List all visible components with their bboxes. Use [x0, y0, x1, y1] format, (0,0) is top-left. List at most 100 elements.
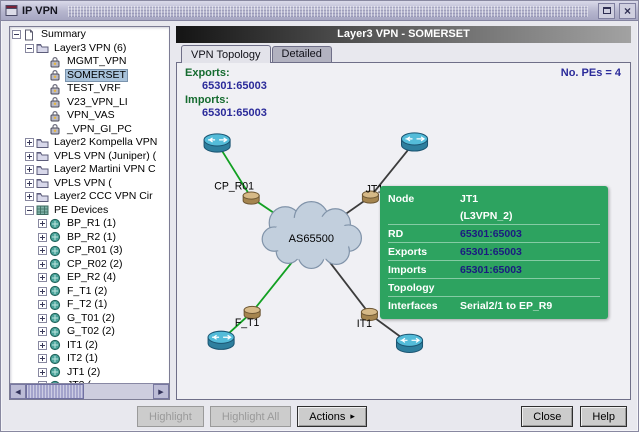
tree-item[interactable]: PE Devices [10, 204, 169, 218]
tree-item[interactable]: G_T01 (2) [10, 312, 169, 326]
tree-item[interactable]: _VPN_GI_PC [10, 123, 169, 137]
tree-expand-icon[interactable] [38, 327, 47, 336]
tree-item[interactable]: CP_R01 (3) [10, 244, 169, 258]
tree-item[interactable]: F_T1 (2) [10, 285, 169, 299]
tree-item[interactable]: IT2 (1) [10, 352, 169, 366]
tree-expand-icon[interactable] [38, 287, 47, 296]
tree-collapse-icon[interactable] [25, 44, 34, 53]
tree-item-label[interactable]: V23_VPN_LI [65, 96, 130, 109]
tree-expand-icon[interactable] [38, 368, 47, 377]
tree-collapse-icon[interactable] [25, 206, 34, 215]
tree-expand-icon[interactable] [38, 314, 47, 323]
tree-expand-icon[interactable] [38, 354, 47, 363]
tree-expand-icon[interactable] [38, 246, 47, 255]
actions-button[interactable]: Actions ▸ [297, 406, 367, 427]
tree-item[interactable]: EP_R2 (4) [10, 271, 169, 285]
tree-item-label[interactable]: MGMT_VPN [65, 55, 129, 68]
tree-item[interactable]: MGMT_VPN [10, 55, 169, 69]
pe-device-icon [49, 339, 62, 351]
scrollbar-track[interactable] [26, 384, 153, 399]
tree-item[interactable]: Layer2 CCC VPN Cir [10, 190, 169, 204]
tree-item[interactable]: Layer2 Kompella VPN [10, 136, 169, 150]
tree-item[interactable]: SOMERSET [10, 69, 169, 83]
tree-item-label[interactable]: IT1 (2) [65, 339, 100, 352]
tree-item[interactable]: F_T2 (1) [10, 298, 169, 312]
tree-expand-icon[interactable] [25, 192, 34, 201]
folder-icon [36, 137, 49, 149]
tree-item[interactable]: TEST_VRF [10, 82, 169, 96]
tree-item[interactable]: Summary [10, 28, 169, 42]
route-targets-block: Exports: 65301:65003 Imports: 65301:6500… [185, 67, 267, 121]
tree-item-label[interactable]: G_T01 (2) [65, 312, 117, 325]
tree-expand-icon[interactable] [25, 138, 34, 147]
tree-item-label[interactable]: TEST_VRF [65, 82, 123, 95]
tree-item[interactable]: BP_R1 (1) [10, 217, 169, 231]
tree-collapse-icon[interactable] [12, 30, 21, 39]
highlight-button[interactable]: Highlight [137, 406, 204, 427]
tree-item[interactable]: V23_VPN_LI [10, 96, 169, 110]
tree-item[interactable]: Layer2 Martini VPN C [10, 163, 169, 177]
tree-item-label[interactable]: _VPN_GI_PC [65, 123, 134, 136]
pe-router-icon[interactable] [208, 331, 234, 349]
help-button[interactable]: Help [580, 406, 627, 427]
highlight-all-button[interactable]: Highlight All [210, 406, 291, 427]
tree-expand-icon[interactable] [25, 179, 34, 188]
tree-expand-icon[interactable] [38, 273, 47, 282]
tree-expand-icon[interactable] [38, 260, 47, 269]
tree-item-label[interactable]: F_T1 (2) [65, 285, 109, 298]
tree-expand-icon[interactable] [38, 341, 47, 350]
ce-router-label: IT1 [357, 318, 372, 330]
scrollbar-thumb[interactable] [26, 384, 84, 399]
tree-item[interactable]: JT1 (2) [10, 366, 169, 380]
tree-item-label[interactable]: VPLS VPN ( [52, 177, 114, 190]
tree-item[interactable]: Layer3 VPN (6) [10, 42, 169, 56]
close-button[interactable]: Close [521, 406, 573, 427]
tooltip-row-label: Interfaces [388, 300, 460, 312]
tree-item[interactable]: VPLS VPN ( [10, 177, 169, 191]
tree-item-label[interactable]: Layer3 VPN (6) [52, 42, 128, 55]
tree-item[interactable]: BP_R2 (1) [10, 231, 169, 245]
tab-detailed[interactable]: Detailed [272, 46, 332, 62]
tree-item[interactable]: VPN_VAS [10, 109, 169, 123]
tree-item-label[interactable]: JT1 (2) [65, 366, 102, 379]
tree-item[interactable]: VPLS VPN (Juniper) ( [10, 150, 169, 164]
tree-item[interactable]: CP_R02 (2) [10, 258, 169, 272]
tree-item-label[interactable]: VPLS VPN (Juniper) ( [52, 150, 158, 163]
maximize-icon [603, 7, 611, 14]
tree-item-label[interactable]: Layer2 CCC VPN Cir [52, 190, 155, 203]
tree-item-label[interactable]: Summary [39, 28, 88, 41]
tree-item-label[interactable]: BP_R2 (1) [65, 231, 118, 244]
tree-item-label[interactable]: Layer2 Martini VPN C [52, 163, 158, 176]
ce-router-icon[interactable] [243, 192, 259, 204]
maximize-button[interactable] [598, 3, 615, 19]
tree-expand-icon[interactable] [38, 233, 47, 242]
as-cloud[interactable]: AS65500 [262, 202, 361, 269]
tab-vpn-topology[interactable]: VPN Topology [181, 45, 271, 63]
tree-item-label[interactable]: G_T02 (2) [65, 325, 117, 338]
tree-item-label[interactable]: Layer2 Kompella VPN [52, 136, 159, 149]
tree-item-label[interactable]: VPN_VAS [65, 109, 117, 122]
tree-item-label[interactable]: IT2 (1) [65, 352, 100, 365]
tree-item[interactable]: IT1 (2) [10, 339, 169, 353]
tree-item-label[interactable]: PE Devices [52, 204, 110, 217]
tree-item-label[interactable]: SOMERSET [65, 69, 128, 82]
tree-item-label[interactable]: CP_R02 (2) [65, 258, 124, 271]
tree-expand-icon[interactable] [25, 152, 34, 161]
pe-router-icon[interactable] [396, 334, 422, 352]
tree-item-label[interactable]: EP_R2 (4) [65, 271, 118, 284]
tree-item-label[interactable]: F_T2 (1) [65, 298, 109, 311]
titlebar-close-button[interactable]: × [619, 3, 636, 19]
pe-router-icon[interactable] [401, 133, 427, 151]
tree-item[interactable]: G_T02 (2) [10, 325, 169, 339]
vpn-lock-icon [49, 69, 62, 81]
tree-item-label[interactable]: BP_R1 (1) [65, 217, 118, 230]
tree-item-label[interactable]: CP_R01 (3) [65, 244, 124, 257]
pe-router-icon[interactable] [204, 134, 230, 152]
tree-expand-icon[interactable] [38, 300, 47, 309]
tree-expand-icon[interactable] [25, 165, 34, 174]
tree-expand-icon[interactable] [38, 219, 47, 228]
document-icon [23, 29, 36, 41]
scroll-right-button[interactable]: ▶ [153, 384, 169, 399]
titlebar[interactable]: IP VPN × [1, 1, 638, 21]
scroll-left-button[interactable]: ◀ [10, 384, 26, 399]
